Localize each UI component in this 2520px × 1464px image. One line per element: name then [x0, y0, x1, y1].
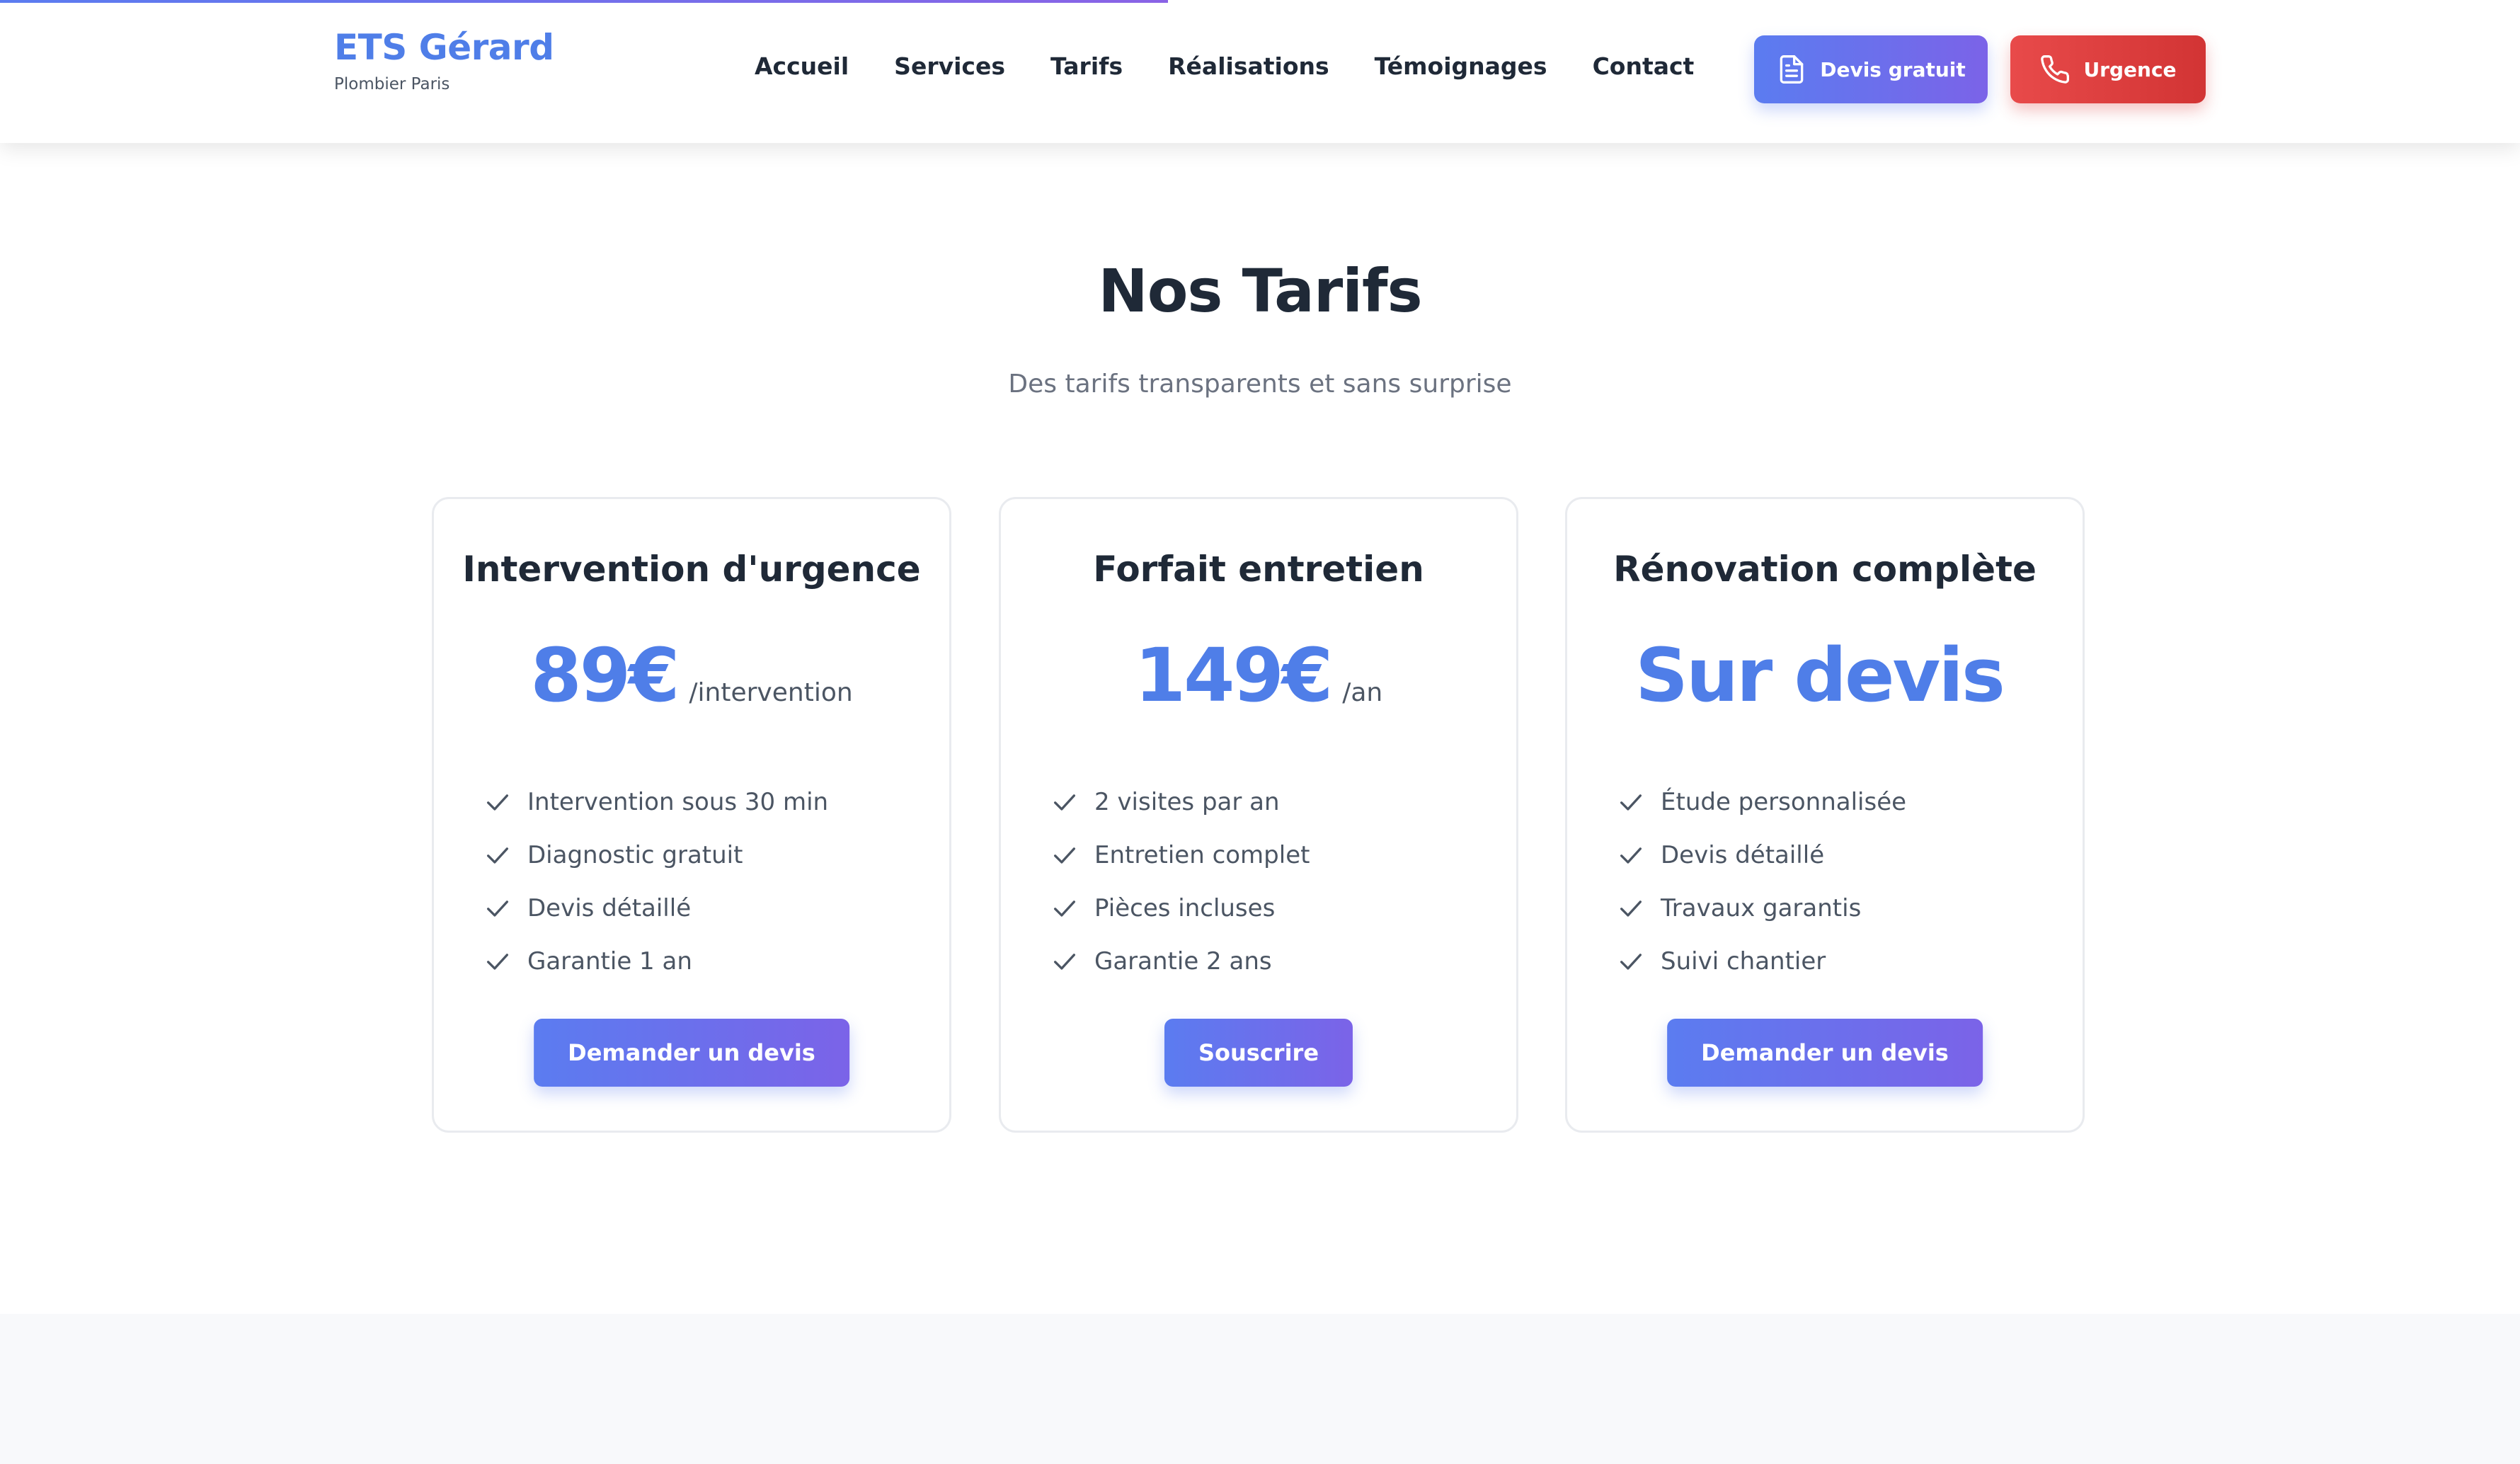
- feature-list: 2 visites par an Entretien complet Pièce…: [1050, 775, 1310, 988]
- check-icon: [1620, 794, 1642, 811]
- feature-text: Intervention sous 30 min: [527, 787, 829, 816]
- price: 89€ /intervention: [434, 632, 949, 719]
- feature-item: Diagnostic gratuit: [483, 828, 828, 881]
- check-icon: [1054, 847, 1075, 864]
- site-header: ETS Gérard Plombier Paris Accueil Servic…: [0, 0, 2520, 143]
- nav-contact[interactable]: Contact: [1593, 52, 1695, 80]
- feature-item: Intervention sous 30 min: [483, 775, 828, 828]
- feature-item: Suivi chantier: [1617, 934, 1906, 988]
- feature-text: 2 visites par an: [1094, 787, 1280, 816]
- feature-item: Garantie 2 ans: [1050, 934, 1310, 988]
- price-unit: /an: [1342, 678, 1383, 707]
- feature-item: Devis détaillé: [1617, 828, 1906, 881]
- feature-item: 2 visites par an: [1050, 775, 1310, 828]
- urgence-button[interactable]: Urgence: [2010, 35, 2206, 103]
- brand-name: ETS Gérard: [334, 27, 554, 68]
- feature-text: Étude personnalisée: [1661, 787, 1907, 816]
- check-icon: [487, 794, 508, 811]
- main-nav: Accueil Services Tarifs Réalisations Tém…: [755, 52, 1694, 80]
- phone-icon: [2041, 55, 2070, 84]
- feature-text: Devis détaillé: [1661, 840, 1825, 869]
- nav-realisations[interactable]: Réalisations: [1168, 52, 1329, 80]
- urgence-label: Urgence: [2083, 57, 2177, 81]
- check-icon: [1620, 953, 1642, 970]
- feature-text: Garantie 2 ans: [1094, 947, 1272, 976]
- devis-gratuit-label: Devis gratuit: [1820, 57, 1966, 81]
- brand-tagline: Plombier Paris: [334, 75, 450, 93]
- nav-tarifs[interactable]: Tarifs: [1050, 52, 1123, 80]
- nav-temoignages[interactable]: Témoignages: [1375, 52, 1547, 80]
- price-unit: /intervention: [689, 678, 853, 707]
- feature-text: Diagnostic gratuit: [527, 840, 743, 869]
- brand-logo[interactable]: ETS Gérard Plombier Paris: [334, 27, 554, 93]
- price-value: Sur devis: [1635, 632, 2005, 719]
- feature-text: Suivi chantier: [1661, 947, 1826, 976]
- price: Sur devis: [1567, 632, 2083, 719]
- price: 149€ /an: [1001, 632, 1516, 719]
- devis-gratuit-button[interactable]: Devis gratuit: [1754, 35, 1988, 103]
- demander-devis-button[interactable]: Demander un devis: [1667, 1019, 1983, 1087]
- demander-devis-button[interactable]: Demander un devis: [534, 1019, 849, 1087]
- feature-item: Travaux garantis: [1617, 881, 1906, 934]
- feature-text: Travaux garantis: [1661, 893, 1862, 922]
- check-icon: [487, 953, 508, 970]
- feature-list: Étude personnalisée Devis détaillé Trava…: [1617, 775, 1906, 988]
- feature-text: Devis détaillé: [527, 893, 692, 922]
- feature-text: Pièces incluses: [1094, 893, 1276, 922]
- price-value: 89€: [530, 632, 680, 719]
- nav-accueil[interactable]: Accueil: [755, 52, 849, 80]
- pricing-card-entretien: Forfait entretien 149€ /an 2 visites par…: [999, 497, 1518, 1133]
- check-icon: [487, 847, 508, 864]
- pricing-card-urgence: Intervention d'urgence 89€ /intervention…: [432, 497, 951, 1133]
- section-title: Nos Tarifs: [1098, 256, 1422, 326]
- document-icon: [1780, 55, 1804, 84]
- scroll-progress-bar: [0, 0, 1168, 3]
- check-icon: [1054, 900, 1075, 917]
- check-icon: [1054, 794, 1075, 811]
- next-section-background: [0, 1314, 2520, 1464]
- card-title: Forfait entretien: [1093, 549, 1424, 590]
- feature-item: Garantie 1 an: [483, 934, 828, 988]
- feature-text: Garantie 1 an: [527, 947, 692, 976]
- feature-item: Étude personnalisée: [1617, 775, 1906, 828]
- nav-services[interactable]: Services: [894, 52, 1005, 80]
- feature-item: Devis détaillé: [483, 881, 828, 934]
- feature-list: Intervention sous 30 min Diagnostic grat…: [483, 775, 828, 988]
- feature-item: Entretien complet: [1050, 828, 1310, 881]
- check-icon: [1620, 900, 1642, 917]
- check-icon: [1620, 847, 1642, 864]
- card-title: Rénovation complète: [1613, 549, 2037, 590]
- feature-text: Entretien complet: [1094, 840, 1310, 869]
- souscrire-button[interactable]: Souscrire: [1164, 1019, 1353, 1087]
- section-subtitle: Des tarifs transparents et sans surprise: [1008, 370, 1512, 399]
- card-title: Intervention d'urgence: [462, 549, 921, 590]
- feature-item: Pièces incluses: [1050, 881, 1310, 934]
- pricing-card-renovation: Rénovation complète Sur devis Étude pers…: [1565, 497, 2085, 1133]
- check-icon: [487, 900, 508, 917]
- price-value: 149€: [1134, 632, 1333, 719]
- check-icon: [1054, 953, 1075, 970]
